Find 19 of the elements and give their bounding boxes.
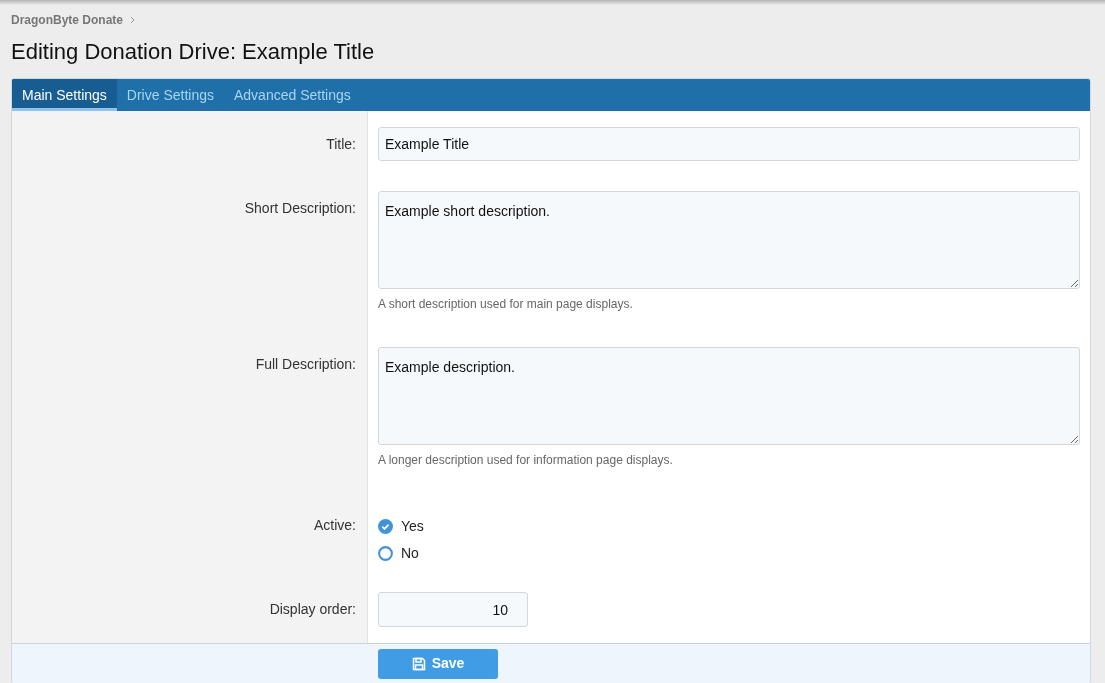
- number-field[interactable]: 10: [378, 592, 528, 627]
- tab[interactable]: Advanced Settings: [224, 79, 361, 111]
- field-label: Active:: [314, 516, 356, 535]
- field-label: Full Description:: [255, 355, 356, 374]
- radio-option[interactable]: Yes: [378, 513, 1080, 540]
- breadcrumb-link[interactable]: DragonByte Donate: [11, 11, 123, 29]
- save-icon: [411, 656, 426, 671]
- field-hint: A short description used for main page displays.: [378, 296, 634, 313]
- field-label: Short Description:: [244, 199, 356, 218]
- radio-option[interactable]: No: [378, 540, 1080, 567]
- description-field[interactable]: Example description.: [378, 347, 1080, 445]
- title-field[interactable]: Example Title: [378, 127, 1080, 161]
- description-field[interactable]: Example short description.: [378, 191, 1080, 289]
- field-hint: A longer description used for information page displays.: [378, 452, 674, 469]
- tab[interactable]: Main Settings: [12, 79, 117, 111]
- field-label: Display order:: [269, 600, 356, 619]
- page-title: Editing Donation Drive: Example Title: [11, 38, 376, 66]
- field-label: Title:: [326, 135, 356, 154]
- chevron-icon: [130, 16, 135, 24]
